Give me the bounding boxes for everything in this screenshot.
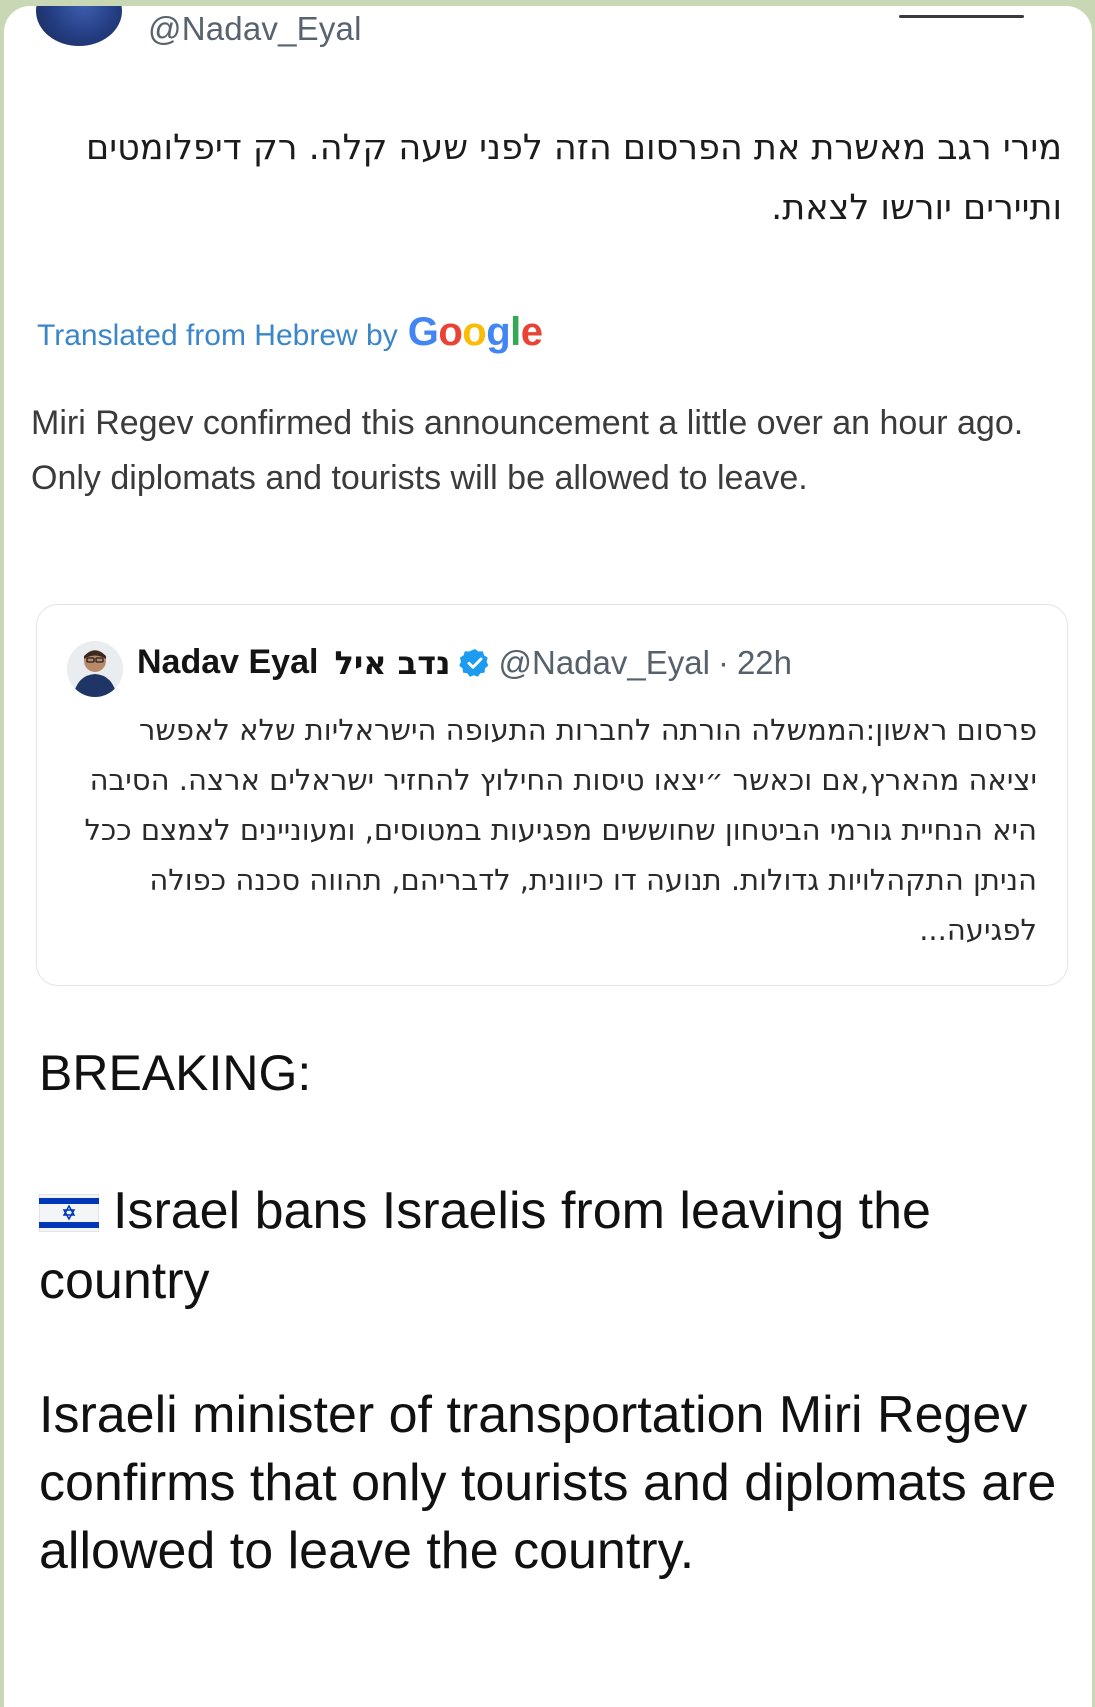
quoted-tweet[interactable]: Nadav Eyal נדב איל @Nadav_Eyal · 22h פרס… <box>36 604 1068 986</box>
author-avatar[interactable] <box>36 6 122 46</box>
google-logo: Google <box>407 310 543 354</box>
quoted-tweet-header: Nadav Eyal נדב איל @Nadav_Eyal · 22h <box>137 643 792 682</box>
tweet-translation: Miri Regev confirmed this announcement a… <box>31 404 1024 497</box>
post-card: @Nadav_Eyal מירי רגב מאשרת את הפרסום הזה… <box>4 6 1092 1707</box>
tweet-hebrew-text: מירי רגב מאשרת את הפרסום הזה לפני שעה קל… <box>86 128 1062 228</box>
quoted-author-handle[interactable]: @Nadav_Eyal <box>499 644 710 682</box>
divider-line <box>899 15 1024 18</box>
tweet-header: @Nadav_Eyal <box>4 6 1092 66</box>
translation-attribution[interactable]: Translated from Hebrew by Google <box>37 310 543 355</box>
author-handle[interactable]: @Nadav_Eyal <box>148 10 362 48</box>
story-text: Israeli minister of transportation Miri … <box>39 1386 1057 1580</box>
breaking-label: BREAKING: <box>39 1045 312 1101</box>
quoted-author-name[interactable]: Nadav Eyal <box>137 643 318 682</box>
quoted-author-hebrew-name[interactable]: נדב איל <box>334 644 450 682</box>
quoted-tweet-time[interactable]: 22h <box>737 644 792 682</box>
verified-badge-icon <box>458 648 488 677</box>
headline-text: Israel bans Israelis from leaving the co… <box>39 1182 931 1310</box>
dot-separator: · <box>717 643 729 681</box>
quoted-tweet-body: פרסום ראשון:הממשלה הורתה לחברות התעופה ה… <box>84 713 1037 947</box>
person-icon <box>67 641 123 697</box>
headline: Israel bans Israelis from leaving the co… <box>39 1176 1059 1316</box>
israel-flag-icon <box>39 1194 99 1232</box>
translated-label: Translated from Hebrew by <box>37 319 398 352</box>
quoted-author-avatar[interactable] <box>67 641 123 697</box>
